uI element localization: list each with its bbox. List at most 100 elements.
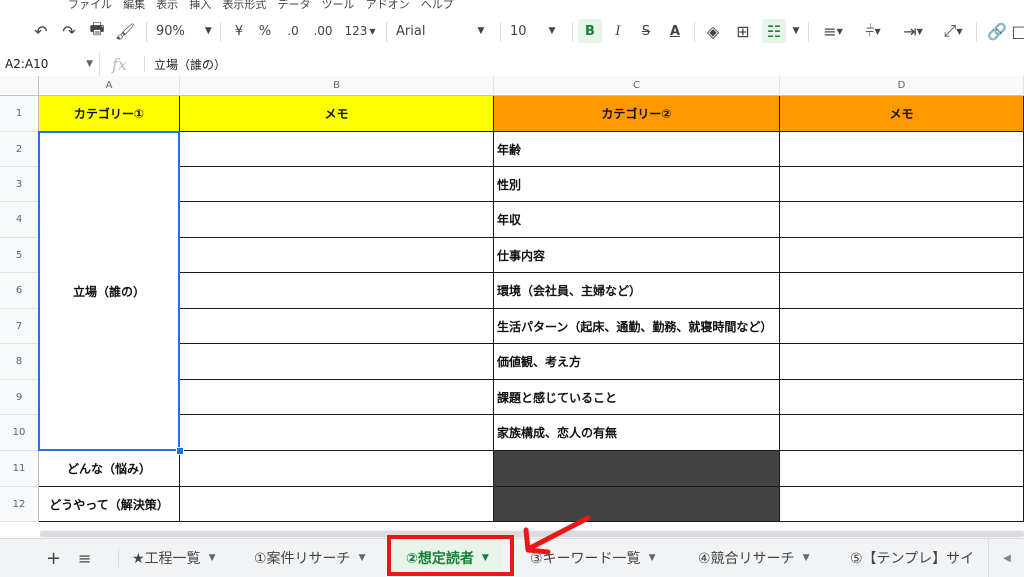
column-header-a[interactable]: A xyxy=(39,76,180,96)
menu-addons[interactable]: アドオン xyxy=(366,0,410,10)
row-header[interactable]: 11 xyxy=(0,451,39,487)
sheet-tab-kyougou[interactable]: ④競合リサーチ ▼ xyxy=(684,539,823,577)
add-sheet-icon[interactable]: + xyxy=(46,539,61,577)
cell-b7[interactable] xyxy=(180,309,494,344)
cell-d1[interactable]: メモ xyxy=(780,96,1024,132)
strikethrough-button[interactable]: S xyxy=(636,10,656,52)
cell-d10[interactable] xyxy=(780,415,1024,451)
cell-b3[interactable] xyxy=(180,167,494,202)
cell-d3[interactable] xyxy=(780,167,1024,202)
redo-icon[interactable]: ↷ xyxy=(58,10,80,52)
row-header[interactable]: 6 xyxy=(0,273,39,309)
row-header[interactable]: 4 xyxy=(0,202,39,238)
cell-c10[interactable]: 家族構成、恋人の有無 xyxy=(494,415,780,451)
cell-b11[interactable] xyxy=(180,451,494,487)
cell-b5[interactable] xyxy=(180,238,494,273)
row-header[interactable]: 5 xyxy=(0,238,39,273)
cell-c4[interactable]: 年収 xyxy=(494,202,780,238)
text-color-button[interactable]: A xyxy=(664,10,686,52)
zoom-select[interactable]: 90% ▼ xyxy=(156,10,216,52)
menu-edit[interactable]: 編集 xyxy=(123,0,145,10)
cell-b9[interactable] xyxy=(180,380,494,415)
vertical-align-icon[interactable]: ⫩ ▼ xyxy=(856,10,890,52)
cell-b6[interactable] xyxy=(180,273,494,309)
text-wrap-icon[interactable]: ⇥ ▼ xyxy=(896,10,930,52)
link-icon[interactable]: 🔗 xyxy=(984,10,1010,52)
cell-d8[interactable] xyxy=(780,344,1024,380)
cell-c2[interactable]: 年齢 xyxy=(494,132,780,167)
cell-d7[interactable] xyxy=(780,309,1024,344)
cell-d12[interactable] xyxy=(780,487,1024,522)
cell-c9[interactable]: 課題と感じていること xyxy=(494,380,780,415)
row-header[interactable]: 10 xyxy=(0,415,39,451)
row-header[interactable]: 7 xyxy=(0,309,39,344)
row-header[interactable]: 9 xyxy=(0,380,39,415)
cell-a2-merged[interactable]: 立場（誰の） xyxy=(39,132,180,451)
sheet-tab-template[interactable]: ⑤【テンプレ】サイ xyxy=(836,539,1002,577)
column-header-c[interactable]: C xyxy=(494,76,780,96)
cell-c7[interactable]: 生活パターン（起床、通勤、勤務、就寝時間など） xyxy=(494,309,780,344)
text-rotation-icon[interactable]: ⤢ ▼ xyxy=(936,10,970,52)
chevron-down-icon[interactable]: ▼ xyxy=(790,10,802,52)
cell-a1[interactable]: カテゴリー① xyxy=(39,96,180,132)
row-header[interactable]: 1 xyxy=(0,96,39,132)
fill-color-icon[interactable]: ◈ xyxy=(702,10,724,52)
horizontal-align-icon[interactable]: ≡ ▼ xyxy=(816,10,850,52)
cell-b1[interactable]: メモ xyxy=(180,96,494,132)
italic-button[interactable]: I xyxy=(608,10,628,52)
menu-data[interactable]: データ xyxy=(277,0,310,10)
menu-tools[interactable]: ツール xyxy=(322,0,355,10)
sheet-tab-koutei[interactable]: ★工程一覧 ▼ xyxy=(118,539,229,577)
increase-decimal-button[interactable]: .00 xyxy=(310,10,336,52)
cell-d2[interactable] xyxy=(780,132,1024,167)
fill-handle[interactable] xyxy=(176,447,184,455)
select-all-corner[interactable] xyxy=(0,76,39,96)
font-size-select[interactable]: 10 ▼ xyxy=(510,10,570,52)
menu-view[interactable]: 表示 xyxy=(156,0,178,10)
cell-d6[interactable] xyxy=(780,273,1024,309)
undo-icon[interactable]: ↶ xyxy=(30,10,52,52)
cell-b4[interactable] xyxy=(180,202,494,238)
column-header-b[interactable]: B xyxy=(180,76,494,96)
cell-c5[interactable]: 仕事内容 xyxy=(494,238,780,273)
sheet-tab-anken[interactable]: ①案件リサーチ ▼ xyxy=(240,539,379,577)
menu-help[interactable]: ヘルプ xyxy=(421,0,454,10)
cell-b2[interactable] xyxy=(180,132,494,167)
cell-c6[interactable]: 環境（会社員、主婦など） xyxy=(494,273,780,309)
font-select[interactable]: Arial ▼ xyxy=(396,10,496,52)
cell-c1[interactable]: カテゴリー② xyxy=(494,96,780,132)
cell-b10[interactable] xyxy=(180,415,494,451)
all-sheets-icon[interactable]: ≡ xyxy=(78,539,91,577)
menu-file[interactable]: ファイル xyxy=(68,0,112,10)
cell-c3[interactable]: 性別 xyxy=(494,167,780,202)
row-header[interactable]: 2 xyxy=(0,132,39,167)
percent-button[interactable]: % xyxy=(256,10,274,52)
name-box[interactable]: A2:A10 ▼ xyxy=(0,52,100,76)
bold-button[interactable]: B xyxy=(578,19,602,43)
column-header-d[interactable]: D xyxy=(780,76,1024,96)
menu-insert[interactable]: 挿入 xyxy=(189,0,211,10)
print-icon[interactable]: 🖶 xyxy=(86,10,108,52)
decrease-decimal-button[interactable]: .0 xyxy=(282,10,304,52)
cell-d4[interactable] xyxy=(780,202,1024,238)
cell-a11[interactable]: どんな（悩み） xyxy=(39,451,180,487)
cell-d11[interactable] xyxy=(780,451,1024,487)
scroll-tabs-left-icon[interactable]: ◀ xyxy=(988,539,1024,577)
cell-b12[interactable] xyxy=(180,487,494,522)
row-header[interactable]: 8 xyxy=(0,344,39,380)
borders-icon[interactable]: ⊞ xyxy=(732,10,754,52)
formula-input[interactable]: 立場（誰の） xyxy=(154,52,226,76)
row-header[interactable]: 3 xyxy=(0,167,39,202)
currency-button[interactable]: ¥ xyxy=(230,10,248,52)
cell-c8[interactable]: 価値観、考え方 xyxy=(494,344,780,380)
cell-c11[interactable] xyxy=(494,451,780,487)
menu-format[interactable]: 表示形式 xyxy=(222,0,266,10)
cell-a12[interactable]: どうやって（解決策） xyxy=(39,487,180,522)
number-format-select[interactable]: 123 ▼ xyxy=(340,10,380,52)
paint-format-icon[interactable]: 🖌 xyxy=(114,10,136,52)
cell-b8[interactable] xyxy=(180,344,494,380)
merge-cells-icon[interactable]: ☷ xyxy=(762,19,786,43)
cell-d5[interactable] xyxy=(780,238,1024,273)
row-header[interactable]: 12 xyxy=(0,487,39,522)
cell-d9[interactable] xyxy=(780,380,1024,415)
